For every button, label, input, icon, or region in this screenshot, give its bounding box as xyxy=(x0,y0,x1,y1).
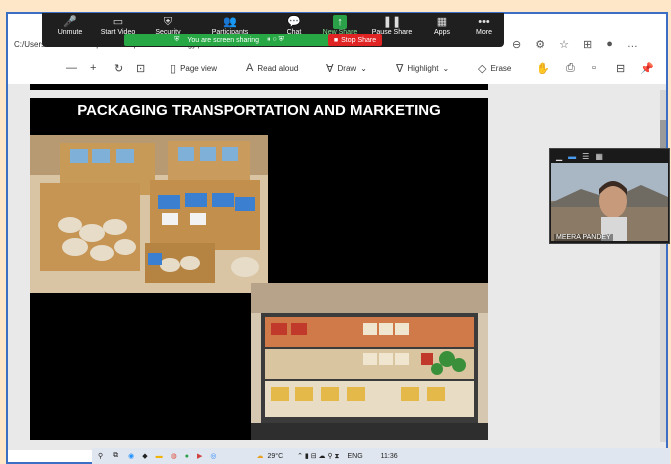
video-panel-controls: ▁ ▬ ☰ ▦ xyxy=(550,149,671,163)
pin-icon: 📌 xyxy=(640,63,654,75)
draw-icon: ∀ xyxy=(326,63,334,75)
weather-icon: ☁ xyxy=(256,453,264,460)
windows-taskbar: ⚲ ⧉ ◉ ◆ ▬ ◍ ● ▶ ◎ ☁ 29°C ⌃ ▮ ⊟ ☁ ⚲ ⧗ ENG… xyxy=(92,448,670,464)
hand-icon: ✋ xyxy=(536,63,550,75)
chat-button[interactable]: 💬 Chat xyxy=(268,15,320,36)
weather-temperature: 29°C xyxy=(267,452,284,460)
new-share-button[interactable]: ↑ New Share xyxy=(314,15,366,36)
whatsapp-icon[interactable]: ● xyxy=(185,453,189,460)
taskbar-app-icon[interactable]: ◆ xyxy=(142,452,147,460)
save-as-button[interactable]: ⊟ xyxy=(616,62,625,75)
rotate-button[interactable]: ↻ xyxy=(114,62,123,75)
highlight-button[interactable]: ∇ Highlight ⌄ xyxy=(396,62,449,75)
stop-share-button[interactable]: ■ Stop Share xyxy=(328,34,382,46)
participant-name: MEERA PANDEY xyxy=(554,234,613,241)
chrome-icon[interactable]: ◍ xyxy=(171,452,177,460)
rotate-icon: ↻ xyxy=(114,63,124,75)
search-icon[interactable]: ⚲ xyxy=(98,452,103,460)
zoom-out-icon[interactable]: ⊖ xyxy=(512,38,521,51)
settings-icon[interactable]: ⚙ xyxy=(535,38,545,51)
browser-icons: ⊖ ⚙ ☆ ⊞ ● … xyxy=(512,38,638,51)
mic-muted-icon: 🎤 xyxy=(63,16,77,28)
gallery-view-icon[interactable]: ▦ xyxy=(595,152,603,161)
start-video-button[interactable]: ▭ Start Video xyxy=(92,15,144,36)
language-indicator[interactable]: ENG xyxy=(347,453,362,460)
pause-icon: ❚❚ xyxy=(382,16,402,28)
task-view-icon[interactable]: ⧉ xyxy=(113,452,118,460)
minimize-icon[interactable]: ▁ xyxy=(556,152,562,161)
page-view-icon: ▯ xyxy=(170,63,177,75)
share-icon: ↑ xyxy=(333,15,347,29)
fit-page-icon: ⊡ xyxy=(136,63,146,75)
slide-title: PACKAGING TRANSPORTATION AND MARKETING xyxy=(77,102,441,119)
previous-page-edge xyxy=(30,84,488,90)
highlight-icon: ∇ xyxy=(396,63,404,75)
clock-time[interactable]: 11:36 xyxy=(381,453,398,460)
chat-icon: 💬 xyxy=(287,16,301,28)
list-view-icon[interactable]: ☰ xyxy=(582,152,589,161)
pdf-toolbar: — + ↻ ⊡ ▯ Page view A Read aloud ∀ Draw … xyxy=(20,56,665,82)
zoom-minus-button[interactable]: — xyxy=(66,62,77,74)
security-button[interactable]: ⛨ Security xyxy=(142,15,194,36)
collections-icon[interactable]: ⊞ xyxy=(583,38,592,51)
browser-more-icon[interactable]: … xyxy=(627,38,638,51)
print-icon: ⎙ xyxy=(566,62,575,74)
participant-video-panel[interactable]: ▁ ▬ ☰ ▦ MEERA PANDEY xyxy=(549,148,670,244)
favorites-icon[interactable]: ☆ xyxy=(559,38,569,51)
print-button[interactable]: ⎙ xyxy=(566,62,575,75)
erase-button[interactable]: ◇ Erase xyxy=(478,62,511,75)
chevron-down-icon: ⌄ xyxy=(360,64,367,73)
minus-icon: — xyxy=(66,62,77,74)
stop-icon: ■ xyxy=(333,36,339,44)
participant-video-feed xyxy=(551,163,668,241)
screen-sharing-indicator: ⛨ You are screen sharing ⏸ ○ ⛨ xyxy=(124,34,334,46)
unmute-button[interactable]: 🎤 Unmute xyxy=(44,15,96,36)
more-button[interactable]: ••• More xyxy=(458,15,510,36)
pin-button[interactable]: 📌 xyxy=(640,62,654,75)
system-tray-icons[interactable]: ⌃ ▮ ⊟ ☁ ⚲ ⧗ xyxy=(297,452,339,461)
zoom-plus-button[interactable]: + xyxy=(90,62,96,74)
read-aloud-icon: A xyxy=(246,62,254,74)
plus-icon: + xyxy=(90,62,97,74)
shield-icon: ⛨ xyxy=(163,16,173,28)
supermarket-display-photo xyxy=(251,283,488,440)
fit-page-button[interactable]: ⊡ xyxy=(136,62,145,75)
sharing-controls-icon[interactable]: ⏸ ○ ⛨ xyxy=(267,36,284,44)
video-off-icon: ▭ xyxy=(112,16,124,28)
draw-button[interactable]: ∀ Draw ⌄ xyxy=(326,62,367,75)
file-explorer-icon[interactable]: ▬ xyxy=(156,453,163,460)
more-icon: ••• xyxy=(478,16,490,28)
participants-icon: 👥 xyxy=(223,16,237,28)
page-view-button[interactable]: ▯ Page view xyxy=(170,62,217,75)
chevron-down-icon: ⌄ xyxy=(442,64,450,73)
touch-button[interactable]: ✋ xyxy=(536,62,550,75)
shield-small-icon: ⛨ xyxy=(174,36,180,43)
edge-icon[interactable]: ◉ xyxy=(128,452,134,460)
speaker-view-icon[interactable]: ▬ xyxy=(568,152,576,161)
save-button[interactable]: ▫ xyxy=(592,62,596,74)
profile-icon[interactable]: ● xyxy=(606,38,613,51)
pause-share-button[interactable]: ❚❚ Pause Share xyxy=(366,15,418,36)
save-as-icon: ⊟ xyxy=(616,63,626,75)
participants-button[interactable]: 👥 Participants xyxy=(204,15,256,36)
save-icon: ▫ xyxy=(592,62,596,74)
media-icon[interactable]: ▶ xyxy=(197,452,202,460)
slide-page: PACKAGING TRANSPORTATION AND MARKETING xyxy=(30,98,488,440)
eraser-icon: ◇ xyxy=(478,63,487,75)
packaged-mushrooms-photo xyxy=(30,135,268,293)
zoom-app-icon[interactable]: ◎ xyxy=(210,452,216,460)
read-aloud-button[interactable]: A Read aloud xyxy=(246,62,298,74)
